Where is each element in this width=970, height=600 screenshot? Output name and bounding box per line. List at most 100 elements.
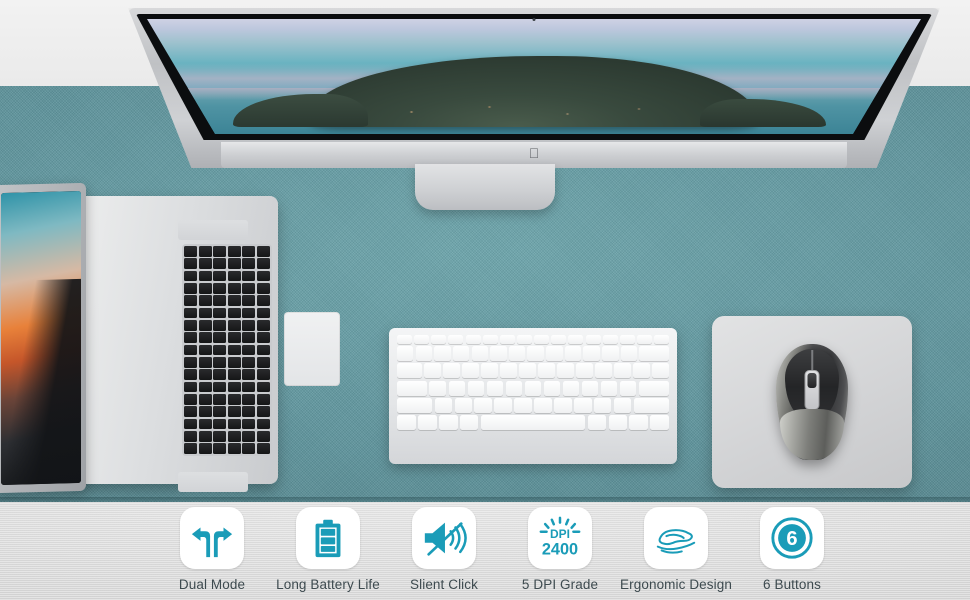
feature-label: Slient Click: [410, 577, 478, 592]
keyboard-key: [546, 346, 563, 362]
keyboard-key: [414, 335, 430, 344]
keyboard-key: [638, 380, 669, 396]
keyboard-key: [486, 380, 504, 396]
dpi-burst-icon: DPI 2400: [528, 507, 592, 569]
keyboard-key: [519, 363, 537, 379]
keyboard-key: [434, 397, 453, 413]
keyboard-key: [465, 335, 481, 344]
macbook-laptop: [0, 178, 340, 494]
keyboard-key: [538, 363, 556, 379]
feature-long-battery: Long Battery Life: [270, 507, 386, 592]
hand-on-mouse-icon: [644, 507, 708, 569]
keyboard-key: [434, 346, 451, 362]
keyboard-key: [397, 335, 412, 344]
keyboard-key: [438, 414, 458, 430]
keyboard-key: [508, 346, 526, 362]
feature-label: Ergonomic Design: [620, 577, 732, 592]
keyboard-key: [619, 335, 635, 344]
number-circle-icon: 6: [760, 507, 824, 569]
island-lights: [379, 99, 705, 121]
keyboard-key: [585, 335, 601, 344]
feature-label: Long Battery Life: [276, 577, 380, 592]
wireless-mouse: [776, 344, 848, 460]
keyboard-key: [600, 380, 618, 396]
svg-text:2400: 2400: [542, 540, 578, 558]
imac-wallpaper: [147, 19, 921, 134]
keyboard-key: [650, 414, 670, 430]
keyboard-row: [397, 397, 669, 413]
keyboard-key: [443, 363, 461, 379]
imac-stand: [415, 164, 555, 210]
keyboard-key: [459, 414, 479, 430]
keyboard-row: [397, 363, 669, 379]
keyboard-key: [397, 397, 433, 413]
macbook-screen: [1, 190, 81, 486]
macbook-keyboard: [182, 244, 272, 456]
keyboard-key: [553, 397, 572, 413]
keyboard-key: [424, 363, 442, 379]
feature-dual-mode: Dual Mode: [154, 507, 270, 592]
apple-logo-icon: : [528, 146, 541, 160]
speaker-grille-bottom: [178, 472, 248, 492]
keyboard-key: [417, 414, 437, 430]
keyboard-key: [636, 335, 652, 344]
keyboard-key: [595, 363, 613, 379]
keyboard-key: [397, 346, 414, 362]
feature-label: 6 Buttons: [763, 577, 821, 592]
keyboard-key: [629, 414, 649, 430]
keyboard-key: [516, 335, 532, 344]
keyboard-row: [397, 414, 670, 430]
keyboard-key: [454, 397, 473, 413]
keyboard-key: [633, 363, 651, 379]
feature-label: 5 DPI Grade: [521, 577, 599, 592]
keyboard-key: [568, 335, 584, 344]
keyboard-key: [471, 346, 489, 362]
keyboard-key: [602, 335, 618, 344]
macbook-lid: [0, 182, 86, 494]
keyboard-key: [524, 380, 542, 396]
scroll-wheel-icon: [807, 373, 817, 388]
battery-icon: [296, 507, 360, 569]
keyboard-key: [581, 380, 599, 396]
keyboard-key: [397, 380, 428, 396]
keyboard-key: [505, 380, 523, 396]
keyboard-key: [551, 335, 567, 344]
keyboard-key: [482, 335, 498, 344]
keyboard-key: [562, 380, 580, 396]
keyboard-key: [534, 335, 550, 344]
keyboard-key: [481, 363, 499, 379]
webcam-icon: [532, 18, 536, 21]
svg-text:DPI: DPI: [550, 527, 570, 541]
feature-label: Dual Mode: [178, 577, 246, 592]
feature-silent-click: Slient Click: [386, 507, 502, 592]
keyboard-key: [573, 397, 592, 413]
keyboard-key: [614, 363, 632, 379]
macbook-base: [78, 196, 340, 492]
keyboard-key: [527, 346, 544, 362]
keyboard-key: [462, 363, 480, 379]
keyboard-key: [593, 397, 612, 413]
keyboard-key: [602, 346, 619, 362]
keyboard-key: [564, 346, 582, 362]
keyboard-key: [633, 397, 669, 413]
trackpad: [284, 312, 340, 386]
mouse-silver-skirt: [780, 408, 844, 460]
keyboard-key: [480, 414, 586, 430]
keyboard-key: [500, 363, 518, 379]
keyboard-key: [534, 397, 552, 413]
macbook-wallpaper: [1, 190, 81, 486]
keyboard-key: [583, 346, 600, 362]
keyboard-key: [613, 397, 632, 413]
svg-text:6: 6: [786, 528, 797, 550]
keyboard-key: [448, 335, 464, 344]
keyboard-key: [639, 346, 669, 362]
keyboard-key: [557, 363, 575, 379]
feature-ergonomic-design: Ergonomic Design: [618, 507, 734, 592]
keyboard-key: [474, 397, 493, 413]
keyboard-key: [397, 414, 416, 430]
speaker-grille-top: [178, 220, 248, 240]
keyboard-key: [587, 414, 607, 430]
keyboard-key: [397, 363, 423, 379]
apple-magic-keyboard: [389, 328, 677, 464]
mousepad: [712, 316, 912, 488]
